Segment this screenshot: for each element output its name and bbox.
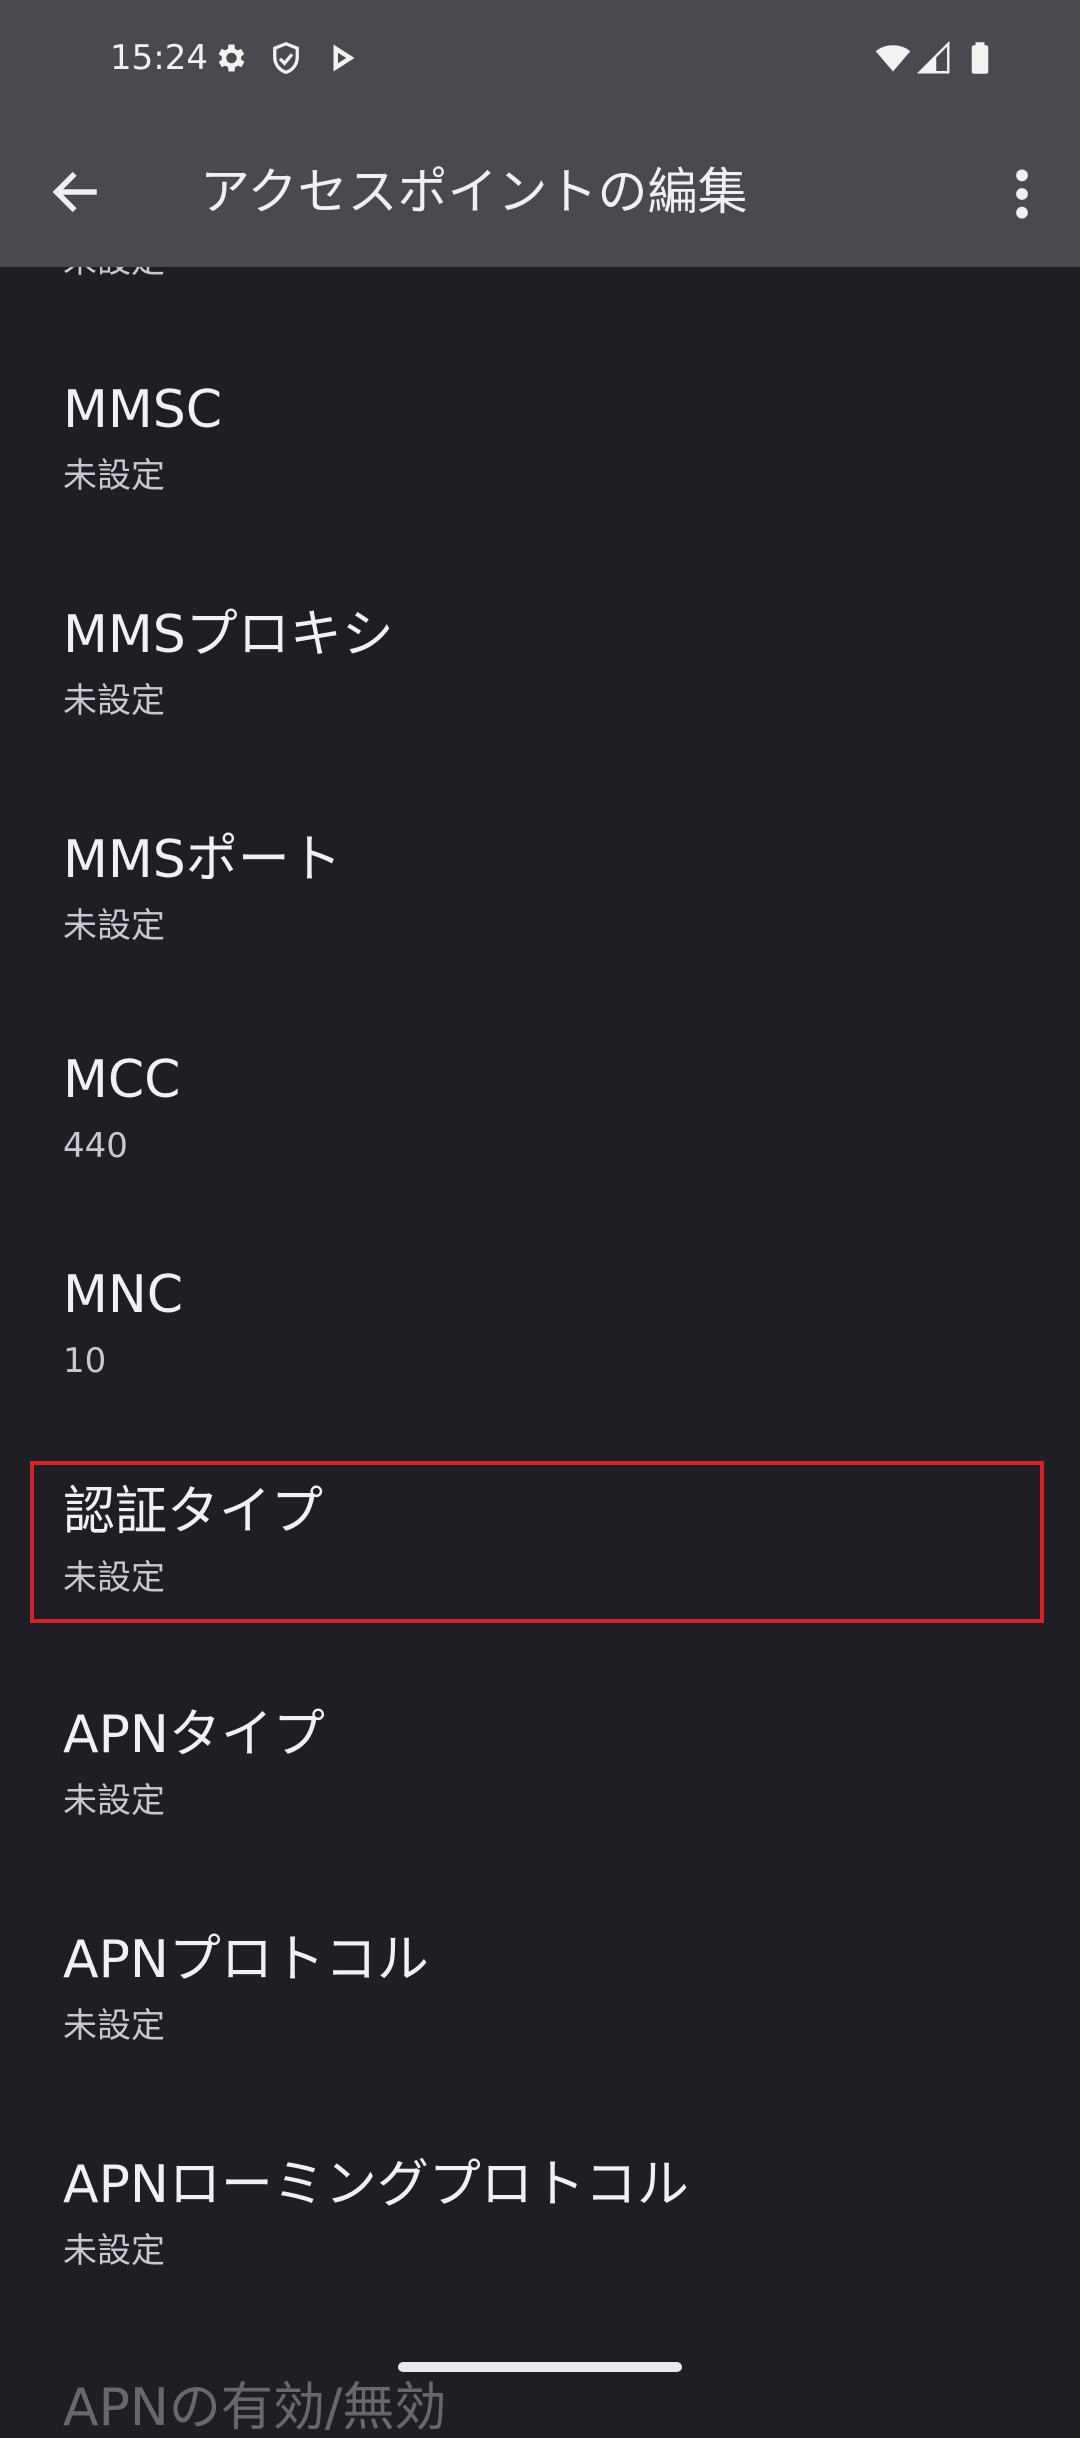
list-item-title: 認証タイプ (63, 1482, 324, 1542)
list-item-value: 未設定 (63, 906, 165, 946)
battery-icon (971, 42, 989, 74)
list-item-apn-protocol[interactable]: APNプロトコル 未設定 (0, 1900, 1080, 2080)
top-app-bar: 15:24 アクセスポイントの編集 (0, 0, 1080, 267)
list-item-title: MMSプロキシ (63, 605, 394, 665)
list-item-title: MMSポート (63, 830, 342, 890)
list-item-value: 未設定 (63, 1781, 165, 1821)
list-item-value: 未設定 (63, 1558, 165, 1598)
navigation-handle[interactable] (398, 2362, 682, 2372)
list-item-mmsc[interactable]: MMSC 未設定 (0, 350, 1080, 530)
list-item-auth-type[interactable]: 認証タイプ 未設定 (0, 1452, 1080, 1632)
list-item-value: 未設定 (63, 2231, 165, 2271)
play-store-icon (333, 44, 355, 72)
list-item-mnc[interactable]: MNC 10 (0, 1235, 1080, 1415)
list-item-value: 未設定 (63, 456, 165, 496)
list-item-apn-roaming-protocol[interactable]: APNローミングプロトコル 未設定 (0, 2125, 1080, 2305)
list-item-mms-port[interactable]: MMSポート 未設定 (0, 800, 1080, 980)
list-item-mms-proxy[interactable]: MMSプロキシ 未設定 (0, 575, 1080, 755)
partial-item-title[interactable]: APNの有効/無効 (63, 2378, 446, 2438)
list-item-title: APNローミングプロトコル (63, 2155, 689, 2215)
list-item-title: MCC (63, 1050, 181, 1110)
status-time: 15:24 (110, 38, 208, 78)
list-item-mcc[interactable]: MCC 440 (0, 1020, 1080, 1200)
list-item-title: MMSC (63, 380, 223, 440)
wifi-icon (875, 45, 911, 72)
list-item-value: 未設定 (63, 681, 165, 721)
shield-icon (273, 41, 299, 74)
page-title: アクセスポイントの編集 (200, 163, 748, 221)
list-item-value: 440 (63, 1126, 128, 1166)
status-bar: 15:24 (0, 0, 1080, 120)
signal-icon (916, 40, 950, 74)
list-item-value: 10 (63, 1341, 107, 1381)
list-item-value: 未設定 (63, 2006, 165, 2046)
list-item-title: APNプロトコル (63, 1930, 429, 1990)
list-item-title: MNC (63, 1265, 184, 1325)
arrow-back-icon[interactable] (44, 162, 104, 222)
apn-settings-list: 未設定 MMSC 未設定 MMSプロキシ 未設定 MMSポート 未設定 MCC … (0, 0, 1080, 2438)
list-item-apn-type[interactable]: APNタイプ 未設定 (0, 1675, 1080, 1855)
more-vert-icon[interactable] (1000, 162, 1044, 226)
list-item-title: APNタイプ (63, 1705, 325, 1765)
settings-icon (218, 44, 245, 72)
